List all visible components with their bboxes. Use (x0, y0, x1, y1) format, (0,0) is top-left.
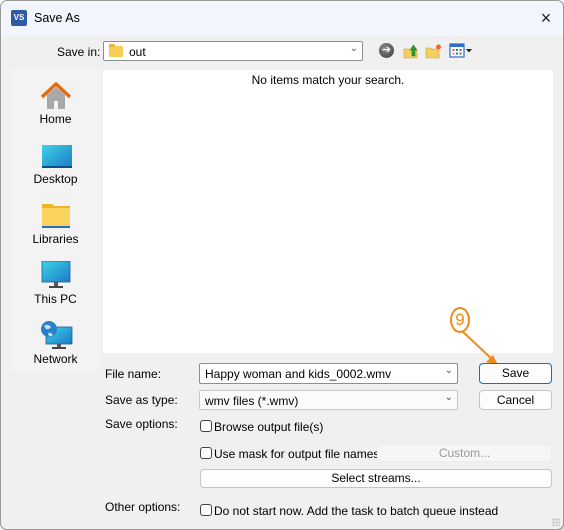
close-button[interactable]: × (533, 5, 559, 31)
batch-queue-checkbox[interactable] (200, 504, 212, 516)
app-icon: VS (11, 10, 27, 26)
sidebar-item-home[interactable]: Home (10, 75, 101, 133)
back-icon[interactable]: ➔ (379, 43, 394, 58)
sidebar-item-this-pc[interactable]: This PC (10, 255, 101, 313)
save-in-dropdown[interactable]: out ⌄ (103, 41, 363, 61)
file-name-label: File name: (105, 367, 162, 381)
resize-grip[interactable] (552, 518, 560, 526)
other-options-label: Other options: (105, 500, 181, 514)
save-as-type-value: wmv files (*.wmv) (205, 394, 299, 408)
this-pc-icon (41, 261, 71, 288)
save-in-label: Save in: (57, 45, 101, 59)
sidebar-item-network[interactable]: Network (10, 315, 101, 373)
save-in-value: out (129, 45, 146, 59)
file-name-value: Happy woman and kids_0002.wmv (205, 367, 392, 381)
save-options-label: Save options: (105, 417, 178, 431)
save-as-dialog: VS Save As × Save in: out ⌄ ➔ Home Deskt… (0, 0, 564, 530)
places-sidebar: Home Desktop Libraries This PC Network (10, 69, 101, 372)
file-name-input[interactable]: Happy woman and kids_0002.wmv ⌄ (199, 363, 458, 384)
sidebar-label: Home (39, 112, 72, 126)
close-icon: × (540, 8, 552, 28)
window-title: Save As (34, 11, 80, 25)
home-icon (40, 82, 72, 109)
empty-message: No items match your search. (251, 73, 405, 87)
chevron-down-icon[interactable]: ⌄ (445, 365, 453, 376)
new-folder-icon[interactable] (425, 43, 442, 59)
sidebar-label: Network (33, 352, 78, 366)
save-button[interactable]: Save (479, 363, 552, 384)
sidebar-label: This PC (34, 292, 77, 306)
sidebar-item-libraries[interactable]: Libraries (10, 195, 101, 253)
batch-queue-label[interactable]: Do not start now. Add the task to batch … (214, 504, 498, 518)
save-as-type-label: Save as type: (105, 393, 178, 407)
folder-icon (109, 44, 123, 57)
use-mask-checkbox[interactable] (200, 447, 212, 459)
title-bar: VS Save As × (1, 1, 563, 36)
up-folder-icon[interactable] (403, 43, 419, 59)
sidebar-label: Desktop (33, 172, 78, 186)
browse-output-checkbox[interactable] (200, 420, 212, 432)
save-as-type-dropdown[interactable]: wmv files (*.wmv) ⌄ (199, 390, 458, 410)
use-mask-label[interactable]: Use mask for output file names (214, 447, 379, 461)
sidebar-item-desktop[interactable]: Desktop (10, 135, 101, 193)
file-list[interactable]: No items match your search. (103, 70, 553, 353)
chevron-down-icon: ⌄ (349, 43, 358, 54)
custom-button[interactable]: Custom... (377, 444, 552, 462)
network-icon (41, 321, 73, 349)
browse-output-label[interactable]: Browse output file(s) (214, 420, 323, 434)
select-streams-button[interactable]: Select streams... (200, 469, 552, 488)
chevron-down-icon: ⌄ (444, 392, 453, 403)
sidebar-label: Libraries (32, 232, 79, 246)
desktop-icon (42, 145, 72, 168)
libraries-icon (42, 204, 70, 228)
cancel-button[interactable]: Cancel (479, 390, 552, 410)
view-menu-icon[interactable] (449, 43, 473, 59)
